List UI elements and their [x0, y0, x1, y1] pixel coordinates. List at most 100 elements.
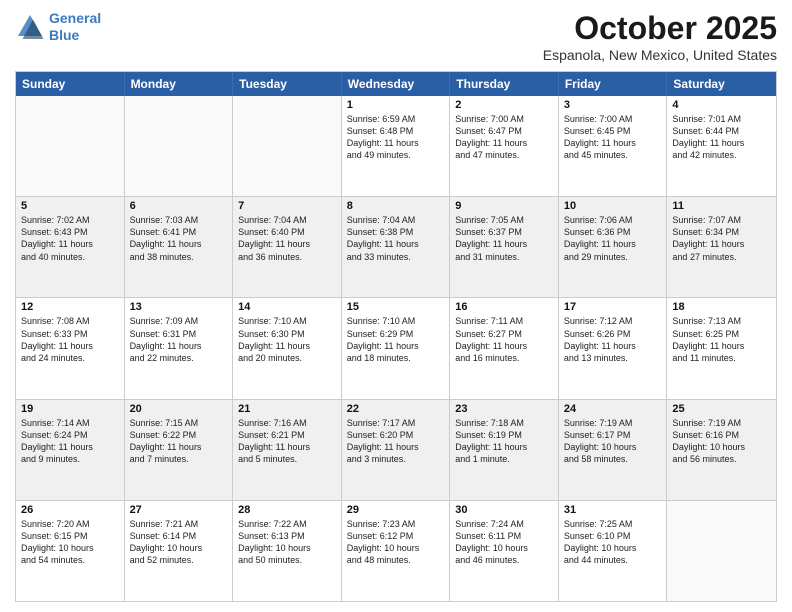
calendar-body: 1Sunrise: 6:59 AMSunset: 6:48 PMDaylight… [16, 96, 776, 601]
cell-content: Sunrise: 7:10 AMSunset: 6:29 PMDaylight:… [347, 315, 445, 364]
day-number: 31 [564, 504, 662, 516]
cell-content: Sunrise: 7:19 AMSunset: 6:17 PMDaylight:… [564, 417, 662, 466]
day-number: 2 [455, 99, 553, 111]
day-number: 4 [672, 99, 771, 111]
header: General Blue October 2025 Espanola, New … [15, 10, 777, 63]
logo: General Blue [15, 10, 101, 44]
cell-content: Sunrise: 7:15 AMSunset: 6:22 PMDaylight:… [130, 417, 228, 466]
day-number: 24 [564, 403, 662, 415]
calendar-row: 5 Sunrise: 7:02 AMSunset: 6:43 PMDaylight… [16, 196, 776, 297]
calendar-cell: 23Sunrise: 7:18 AMSunset: 6:19 PMDayligh… [450, 400, 559, 500]
calendar-cell: 31 Sunrise: 7:25 AMSunset: 6:10 PMDayligh… [559, 501, 668, 601]
day-number: 12 [21, 301, 119, 313]
day-number: 18 [672, 301, 771, 313]
calendar-cell: 18 Sunrise: 7:13 AMSunset: 6:25 PMDayligh… [667, 298, 776, 398]
day-number: 17 [564, 301, 662, 313]
cell-content: Sunrise: 7:08 AMSunset: 6:33 PMDaylight:… [21, 315, 119, 364]
day-number: 9 [455, 200, 553, 212]
header-day: Wednesday [342, 72, 451, 96]
calendar-cell: 19Sunrise: 7:14 AMSunset: 6:24 PMDayligh… [16, 400, 125, 500]
day-number: 25 [672, 403, 771, 415]
day-number: 7 [238, 200, 336, 212]
cell-content: Sunrise: 7:03 AMSunset: 6:41 PMDaylight:… [130, 214, 228, 263]
cell-content: Sunrise: 7:10 AMSunset: 6:30 PMDaylight:… [238, 315, 336, 364]
cell-content: Sunrise: 7:00 AMSunset: 6:45 PMDaylight:… [564, 113, 662, 162]
calendar-cell: 22 Sunrise: 7:17 AMSunset: 6:20 PMDayligh… [342, 400, 451, 500]
calendar-cell: 13 Sunrise: 7:09 AMSunset: 6:31 PMDayligh… [125, 298, 234, 398]
logo-line2: Blue [49, 27, 79, 43]
cell-content: Sunrise: 7:02 AMSunset: 6:43 PMDaylight:… [21, 214, 119, 263]
calendar-row: 26 Sunrise: 7:20 AMSunset: 6:15 PMDayligh… [16, 500, 776, 601]
calendar-cell: 10Sunrise: 7:06 AMSunset: 6:36 PMDayligh… [559, 197, 668, 297]
cell-content: Sunrise: 7:06 AMSunset: 6:36 PMDaylight:… [564, 214, 662, 263]
calendar-row: 19Sunrise: 7:14 AMSunset: 6:24 PMDayligh… [16, 399, 776, 500]
calendar-cell: 12 Sunrise: 7:08 AMSunset: 6:33 PMDayligh… [16, 298, 125, 398]
calendar-cell: 27 Sunrise: 7:21 AMSunset: 6:14 PMDayligh… [125, 501, 234, 601]
calendar-cell: 14Sunrise: 7:10 AMSunset: 6:30 PMDayligh… [233, 298, 342, 398]
location: Espanola, New Mexico, United States [543, 47, 777, 63]
cell-content: Sunrise: 7:25 AMSunset: 6:10 PMDaylight:… [564, 518, 662, 567]
calendar-cell: 26 Sunrise: 7:20 AMSunset: 6:15 PMDayligh… [16, 501, 125, 601]
day-number: 29 [347, 504, 445, 516]
cell-content: Sunrise: 7:17 AMSunset: 6:20 PMDaylight:… [347, 417, 445, 466]
day-number: 3 [564, 99, 662, 111]
calendar-cell: 17Sunrise: 7:12 AMSunset: 6:26 PMDayligh… [559, 298, 668, 398]
cell-content: Sunrise: 7:09 AMSunset: 6:31 PMDaylight:… [130, 315, 228, 364]
day-number: 21 [238, 403, 336, 415]
cell-content: Sunrise: 6:59 AMSunset: 6:48 PMDaylight:… [347, 113, 445, 162]
calendar-cell: 11 Sunrise: 7:07 AMSunset: 6:34 PMDayligh… [667, 197, 776, 297]
header-day: Sunday [16, 72, 125, 96]
month-title: October 2025 [543, 10, 777, 47]
cell-content: Sunrise: 7:24 AMSunset: 6:11 PMDaylight:… [455, 518, 553, 567]
cell-content: Sunrise: 7:18 AMSunset: 6:19 PMDaylight:… [455, 417, 553, 466]
calendar-cell [667, 501, 776, 601]
calendar-cell: 7 Sunrise: 7:04 AMSunset: 6:40 PMDaylight… [233, 197, 342, 297]
calendar-cell: 1Sunrise: 6:59 AMSunset: 6:48 PMDaylight… [342, 96, 451, 196]
calendar-cell: 2 Sunrise: 7:00 AMSunset: 6:47 PMDaylight… [450, 96, 559, 196]
day-number: 26 [21, 504, 119, 516]
cell-content: Sunrise: 7:20 AMSunset: 6:15 PMDaylight:… [21, 518, 119, 567]
calendar-cell: 28 Sunrise: 7:22 AMSunset: 6:13 PMDayligh… [233, 501, 342, 601]
calendar-cell [233, 96, 342, 196]
cell-content: Sunrise: 7:21 AMSunset: 6:14 PMDaylight:… [130, 518, 228, 567]
header-day: Saturday [667, 72, 776, 96]
cell-content: Sunrise: 7:13 AMSunset: 6:25 PMDaylight:… [672, 315, 771, 364]
calendar: SundayMondayTuesdayWednesdayThursdayFrid… [15, 71, 777, 602]
header-day: Tuesday [233, 72, 342, 96]
cell-content: Sunrise: 7:16 AMSunset: 6:21 PMDaylight:… [238, 417, 336, 466]
calendar-row: 1Sunrise: 6:59 AMSunset: 6:48 PMDaylight… [16, 96, 776, 196]
header-day: Friday [559, 72, 668, 96]
day-number: 8 [347, 200, 445, 212]
cell-content: Sunrise: 7:11 AMSunset: 6:27 PMDaylight:… [455, 315, 553, 364]
cell-content: Sunrise: 7:04 AMSunset: 6:38 PMDaylight:… [347, 214, 445, 263]
day-number: 27 [130, 504, 228, 516]
cell-content: Sunrise: 7:00 AMSunset: 6:47 PMDaylight:… [455, 113, 553, 162]
day-number: 28 [238, 504, 336, 516]
day-number: 5 [21, 200, 119, 212]
cell-content: Sunrise: 7:04 AMSunset: 6:40 PMDaylight:… [238, 214, 336, 263]
logo-text: General Blue [49, 10, 101, 44]
calendar-cell: 6 Sunrise: 7:03 AMSunset: 6:41 PMDaylight… [125, 197, 234, 297]
day-number: 20 [130, 403, 228, 415]
calendar-cell: 5 Sunrise: 7:02 AMSunset: 6:43 PMDaylight… [16, 197, 125, 297]
day-number: 13 [130, 301, 228, 313]
day-number: 19 [21, 403, 119, 415]
day-number: 11 [672, 200, 771, 212]
calendar-cell: 9 Sunrise: 7:05 AMSunset: 6:37 PMDaylight… [450, 197, 559, 297]
calendar-cell: 21 Sunrise: 7:16 AMSunset: 6:21 PMDayligh… [233, 400, 342, 500]
calendar-cell: 8 Sunrise: 7:04 AMSunset: 6:38 PMDaylight… [342, 197, 451, 297]
cell-content: Sunrise: 7:05 AMSunset: 6:37 PMDaylight:… [455, 214, 553, 263]
logo-line1: General [49, 10, 101, 26]
calendar-header: SundayMondayTuesdayWednesdayThursdayFrid… [16, 72, 776, 96]
day-number: 30 [455, 504, 553, 516]
calendar-cell: 3 Sunrise: 7:00 AMSunset: 6:45 PMDaylight… [559, 96, 668, 196]
cell-content: Sunrise: 7:19 AMSunset: 6:16 PMDaylight:… [672, 417, 771, 466]
day-number: 6 [130, 200, 228, 212]
logo-icon [15, 12, 45, 42]
day-number: 22 [347, 403, 445, 415]
header-day: Thursday [450, 72, 559, 96]
cell-content: Sunrise: 7:23 AMSunset: 6:12 PMDaylight:… [347, 518, 445, 567]
calendar-cell [125, 96, 234, 196]
cell-content: Sunrise: 7:22 AMSunset: 6:13 PMDaylight:… [238, 518, 336, 567]
cell-content: Sunrise: 7:07 AMSunset: 6:34 PMDaylight:… [672, 214, 771, 263]
